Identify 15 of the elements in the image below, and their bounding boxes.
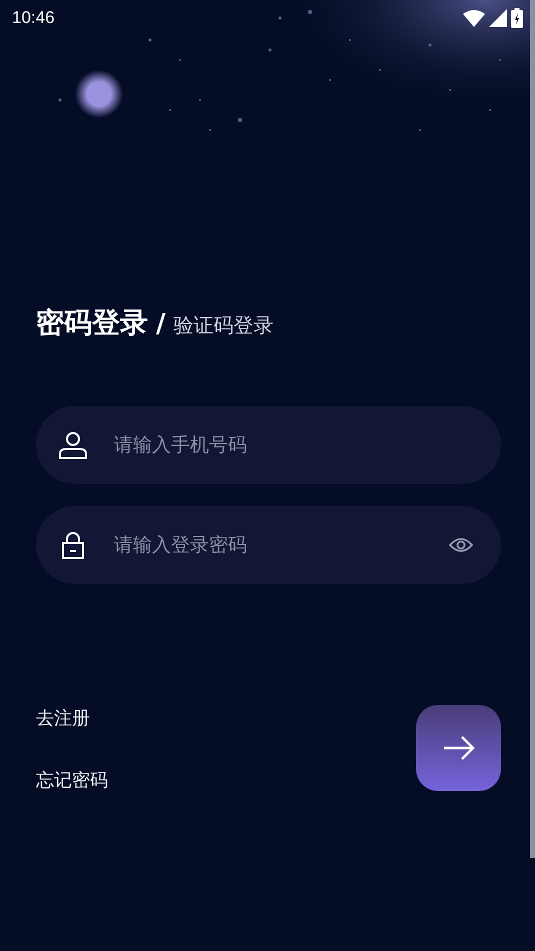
phone-input[interactable]: 请输入手机号码	[112, 433, 473, 457]
signal-icon	[489, 9, 507, 27]
battery-icon	[511, 8, 523, 28]
arrow-right-icon	[442, 735, 474, 761]
eye-icon[interactable]	[449, 537, 473, 553]
password-input[interactable]: 请输入登录密码	[112, 533, 425, 557]
status-time: 10:46	[12, 8, 55, 28]
wifi-icon	[463, 9, 485, 27]
tab-separator: /	[156, 309, 166, 339]
login-tab[interactable]: 密码登录	[36, 304, 148, 342]
user-icon	[58, 430, 88, 460]
submit-button[interactable]	[416, 705, 501, 791]
text-link[interactable]: 忘记密码	[36, 769, 108, 793]
text-link[interactable]: 去注册	[36, 707, 108, 731]
login-tab[interactable]: 验证码登录	[174, 312, 274, 339]
